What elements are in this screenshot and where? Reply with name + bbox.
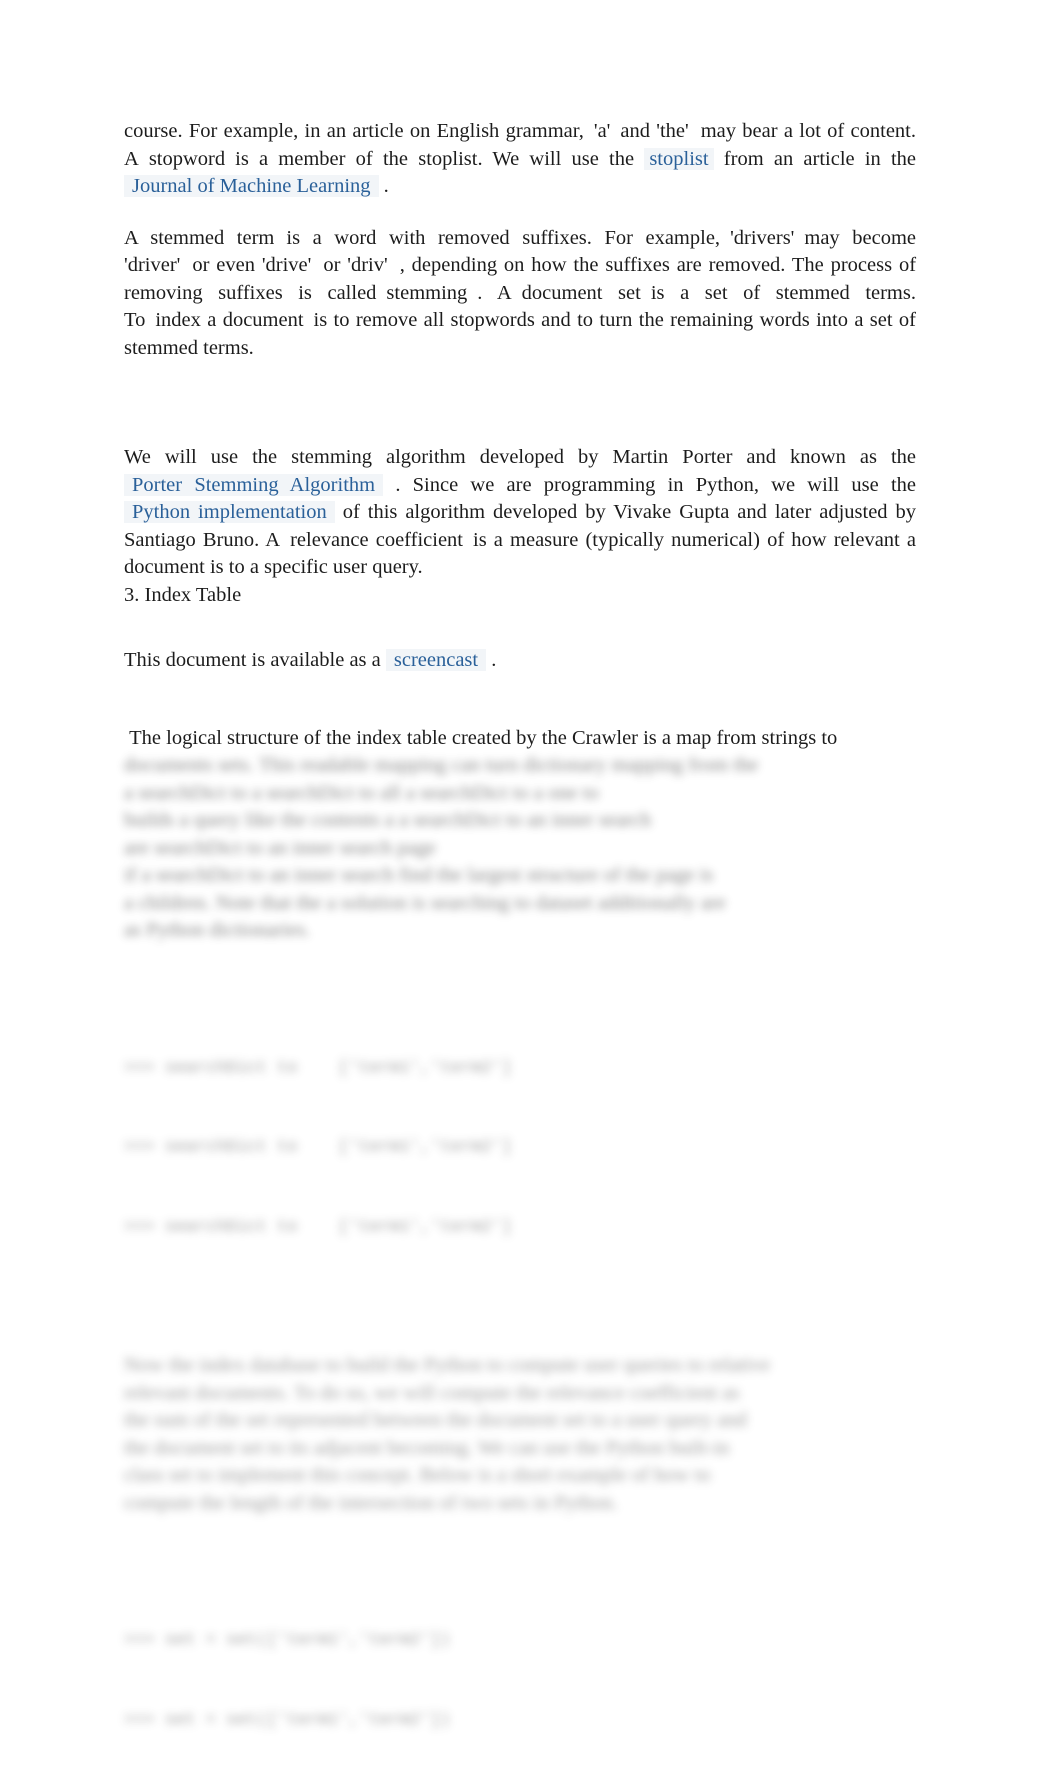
blurred-code-line: >>> searchDict to ['term1','term2'] — [124, 1138, 512, 1157]
blurred-line: as Python dictionaries. — [124, 919, 311, 941]
blurred-paragraph-b: Now the index database to build the Pyth… — [124, 1352, 916, 1517]
p1-seg1: course. For example, in an article on En… — [124, 120, 584, 142]
term-driv: 'driv' — [347, 254, 388, 276]
blurred-line: the sum of the set represented between t… — [124, 1409, 747, 1431]
link-stoplist[interactable]: stoplist — [644, 147, 714, 170]
link-journal-of-machine-learning[interactable]: Journal of Machine Learning — [124, 175, 379, 197]
link-python-implementation[interactable]: Python implementation — [124, 501, 335, 523]
p3-seg2: . Since we are programming in Python, we… — [395, 473, 916, 496]
term-a: 'a' — [593, 120, 611, 142]
heading-index-table: 3. Index Table — [124, 583, 242, 606]
blurred-code-block-b: >>> set = set(['term1','term2']) >>> set… — [124, 1575, 916, 1787]
term-driver: 'driver' — [124, 254, 181, 276]
p5-seg1: The logical structure of the index table… — [129, 726, 838, 749]
blurred-paragraph-a: documents sets. This readable mapping ca… — [124, 752, 916, 945]
term-stemmed-term: A stemmed term — [124, 226, 275, 249]
term-the: 'the' — [656, 120, 689, 142]
code-spacer-top — [124, 945, 916, 1003]
term-relevance-coefficient: relevance coefficient — [290, 528, 463, 551]
blurred-code-line: >>> searchDict to ['term1','term2'] — [124, 1058, 512, 1078]
blurred-line: a children. Note that the a solution is … — [124, 891, 726, 914]
p2-seg1: is a word with removed suffixes. For exa… — [286, 226, 721, 249]
term-drivers: 'drivers' — [730, 226, 795, 249]
link-screencast[interactable]: screencast — [385, 649, 487, 671]
document-content: course. For example, in an article on En… — [124, 118, 916, 1787]
blurred-code-line: >>> searchDict to ['term1','term2'] — [124, 1217, 512, 1237]
blurred-line: the document set to its adjacent becomin… — [124, 1436, 730, 1459]
term-index-a-document: index a document — [155, 309, 304, 331]
term-stemming: stemming — [386, 281, 468, 304]
blurred-line: relevant documents. To do so, we will co… — [124, 1381, 740, 1404]
p3-seg1: We will use the stemming algorithm devel… — [124, 446, 916, 468]
paragraph-screencast: This document is available as a screenca… — [124, 647, 916, 675]
blurred-code-block-a: >>> searchDict to ['term1','term2'] >>> … — [124, 1003, 916, 1295]
p2-seg2: may become — [804, 226, 916, 249]
p1-seg4: A — [124, 147, 139, 170]
paragraph-stemmed-term: A stemmed term is a word with removed suf… — [124, 225, 916, 363]
p4-seg1: This document is available as a — [124, 649, 381, 671]
document-page: course. For example, in an article on En… — [0, 0, 1062, 1730]
term-stopword: stopword — [148, 147, 226, 170]
blurred-line: Now the index database to build the Pyth… — [124, 1354, 771, 1376]
paragraph-porter-stemmer: We will use the stemming algorithm devel… — [124, 444, 916, 582]
blurred-code-line: >>> set = set(['term1','term2']) — [124, 1631, 451, 1650]
p1-seg6: from an article in the — [723, 147, 917, 170]
blurred-line: a searchDict to a searchDict to all a se… — [124, 781, 599, 804]
p2-seg4: or — [323, 254, 341, 276]
p2-seg6: . A — [477, 281, 512, 304]
code-spacer-bottom — [124, 1294, 916, 1352]
paragraph-index-structure: The logical structure of the index table… — [124, 725, 916, 753]
link-porter-stemming-algorithm[interactable]: Porter Stemming Algorithm — [124, 473, 384, 496]
blurred-line: if a searchDict to an inner search find … — [124, 864, 714, 886]
blurred-line: class set to implement this concept. Bel… — [124, 1464, 711, 1486]
blurred-line: compute the length of the intersection o… — [124, 1491, 618, 1514]
term-document-set: document set — [521, 281, 641, 304]
p1-seg5: is a member of the stoplist. We will use… — [235, 147, 635, 170]
term-drive: 'drive' — [261, 254, 312, 276]
p1-seg2: and — [620, 120, 650, 142]
code-b-spacer — [124, 1517, 916, 1575]
p1-seg7: . — [383, 175, 389, 197]
p3-seg4: A — [265, 528, 281, 551]
p1-seg3: may bear a lot of content. — [700, 120, 917, 142]
blurred-code-line: >>> set = set(['term1','term2']) — [124, 1710, 451, 1730]
blurred-line: builds a query like the contents a a sea… — [124, 809, 652, 831]
blurred-line: documents sets. This readable mapping ca… — [124, 754, 759, 776]
p4-seg2: . — [491, 649, 497, 671]
heading-spacer — [124, 633, 916, 647]
blurred-line: are searchDict to an inner search page — [124, 836, 436, 859]
paragraph-stopword: course. For example, in an article on En… — [124, 118, 916, 201]
p2-seg3: or even — [192, 254, 255, 276]
